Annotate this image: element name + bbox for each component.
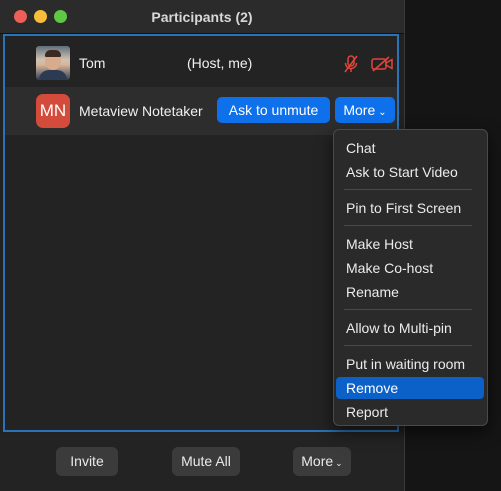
avatar <box>36 46 70 80</box>
menu-item-make-co-host[interactable]: Make Co-host <box>336 257 484 279</box>
menu-separator <box>344 189 472 190</box>
participant-context-menu: Chat Ask to Start Video Pin to First Scr… <box>333 129 488 426</box>
menu-item-ask-to-start-video[interactable]: Ask to Start Video <box>336 161 484 183</box>
menu-item-rename[interactable]: Rename <box>336 281 484 303</box>
footer-more-button[interactable]: More ⌄ <box>293 447 351 476</box>
mute-all-button[interactable]: Mute All <box>172 447 240 476</box>
chevron-down-icon: ⌄ <box>335 458 343 468</box>
menu-item-chat[interactable]: Chat <box>336 137 484 159</box>
ask-to-unmute-button[interactable]: Ask to unmute <box>217 97 330 123</box>
menu-separator <box>344 225 472 226</box>
participant-name: Tom <box>79 55 106 71</box>
video-off-icon <box>371 56 393 72</box>
participant-row-notetaker[interactable]: MN Metaview Notetaker Ask to unmute More… <box>5 87 397 135</box>
chevron-down-icon: ⌄ <box>378 107 387 118</box>
more-label: More <box>301 453 334 469</box>
menu-item-remove[interactable]: Remove <box>336 377 484 399</box>
window-title: Participants (2) <box>151 9 253 25</box>
menu-item-allow-to-multi-pin[interactable]: Allow to Multi-pin <box>336 317 484 339</box>
more-label: More <box>343 102 376 118</box>
title-bar: Participants (2) <box>0 0 404 34</box>
menu-separator <box>344 309 472 310</box>
menu-item-put-in-waiting-room[interactable]: Put in waiting room <box>336 353 484 375</box>
participant-role: (Host, me) <box>187 55 253 71</box>
menu-item-pin-to-first-screen[interactable]: Pin to First Screen <box>336 197 484 219</box>
participant-row-host[interactable]: Tom (Host, me) <box>5 39 397 87</box>
menu-item-make-host[interactable]: Make Host <box>336 233 484 255</box>
invite-button[interactable]: Invite <box>56 447 118 476</box>
footer-toolbar: Invite Mute All More ⌄ <box>0 434 404 491</box>
menu-separator <box>344 345 472 346</box>
avatar: MN <box>36 94 70 128</box>
participant-more-button[interactable]: More ⌄ <box>335 97 395 123</box>
participant-name: Metaview Notetaker <box>79 103 203 119</box>
menu-item-report[interactable]: Report <box>336 401 484 423</box>
muted-mic-icon <box>344 55 358 73</box>
